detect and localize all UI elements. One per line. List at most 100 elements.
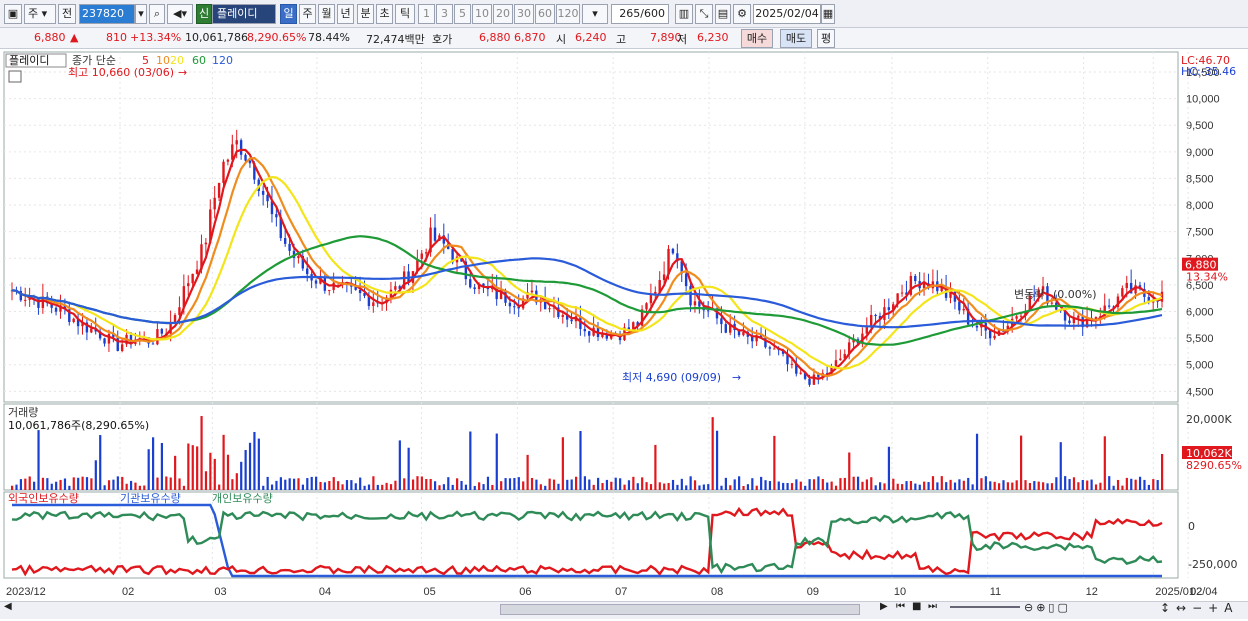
volume-bar [583, 476, 586, 490]
volume-bar [508, 478, 512, 490]
volume-bar [275, 480, 278, 490]
minute-120[interactable]: 120 [556, 4, 580, 24]
volume-bar [85, 477, 89, 490]
scroll-right-icon[interactable]: ▶ [880, 601, 894, 619]
stop-icon[interactable]: ■ [912, 601, 926, 619]
candle-body [266, 194, 269, 202]
minute-1[interactable]: 1 [418, 4, 435, 24]
volume-bar [667, 483, 670, 490]
volume-bar [59, 479, 62, 490]
volume-bar [561, 437, 564, 490]
minute-5[interactable]: 5 [454, 4, 471, 24]
volume-bar [733, 479, 736, 490]
chart-area[interactable]: 10,50010,0009,5009,0008,5008,0007,5007,0… [0, 50, 1248, 601]
period-month[interactable]: 월 [318, 4, 335, 24]
candle-body [751, 336, 754, 342]
period-minute[interactable]: 분 [357, 4, 374, 24]
volume-bar [385, 482, 388, 490]
volume-bar [812, 479, 816, 490]
volume-bar [310, 476, 313, 490]
period-second[interactable]: 초 [376, 4, 393, 24]
volume-bar [218, 484, 221, 490]
scroll-left-icon[interactable]: ◀ [4, 601, 16, 619]
volume-bar [451, 484, 454, 490]
candle-body [808, 378, 811, 385]
volume-bar [711, 417, 714, 490]
calendar-icon[interactable]: ▦ [821, 4, 835, 24]
volume-title: 거래량 [8, 406, 38, 419]
code-dropdown-icon[interactable]: ▾ [135, 4, 147, 24]
minute-60[interactable]: 60 [535, 4, 555, 24]
gear-icon[interactable]: ⚙ [733, 4, 751, 24]
minute-3[interactable]: 3 [436, 4, 453, 24]
volume-bar [50, 483, 53, 490]
volume-bar [1055, 477, 1058, 490]
volume-bar [24, 478, 27, 490]
scrollbar-thumb[interactable] [500, 604, 860, 615]
sell-button[interactable]: 매도 [780, 29, 812, 48]
interval-dropdown[interactable]: ▾ [582, 4, 608, 24]
save-icon[interactable]: ▤ [715, 4, 731, 24]
zoom-slider[interactable] [950, 606, 1020, 612]
candle-body [156, 329, 159, 345]
date-field[interactable]: 2025/02/04 [753, 4, 821, 24]
volume-bar [658, 482, 661, 490]
volume-bar [425, 478, 428, 490]
volume-bar [125, 483, 128, 490]
toolbar: ▣ 주 ▾ 전 237820 ▾ ⌕ ◀▾ 신 플레이디 일 주 월 년 분 초… [0, 0, 1248, 28]
pyeong-button[interactable]: 평 [817, 29, 835, 48]
buy-button[interactable]: 매수 [741, 29, 773, 48]
minute-10[interactable]: 10 [472, 4, 492, 24]
volume-bar [235, 473, 238, 490]
zoom-tools-icon[interactable]: ⊖⊕▯▢ [1024, 601, 1094, 619]
volume-bar [46, 478, 49, 490]
market-select[interactable]: 주 ▾ [24, 4, 56, 24]
period-year[interactable]: 년 [337, 4, 354, 24]
rewind-icon[interactable]: ⏮ [896, 601, 910, 619]
candle-body [358, 289, 362, 294]
volume-bar [641, 477, 644, 490]
volume-bar [614, 477, 617, 490]
high-annotation: 최고 10,660 (03/06) [68, 66, 174, 79]
volume-bar [482, 484, 485, 490]
volume-bar [782, 482, 785, 490]
candle-body [226, 159, 230, 162]
forward-icon[interactable]: ⏭ [928, 601, 942, 619]
period-week[interactable]: 주 [299, 4, 316, 24]
candle-body [865, 327, 868, 334]
prefix-button[interactable]: 전 [58, 4, 76, 24]
crosshair-icon[interactable]: ⤡ [695, 4, 713, 24]
volume-bar [574, 476, 578, 490]
volume-bar [420, 476, 423, 490]
speaker-icon[interactable]: ◀▾ [167, 4, 193, 24]
volume-bar [654, 444, 657, 490]
minute-20[interactable]: 20 [493, 4, 513, 24]
volume-bar [244, 450, 247, 490]
scale-tools-icon[interactable]: ↕↔−+A [1160, 601, 1246, 619]
period-tick[interactable]: 틱 [395, 4, 415, 24]
candle-body [570, 319, 573, 322]
window-icon[interactable]: ▣ [4, 4, 22, 24]
candle-body [975, 325, 979, 328]
volume-bar [315, 476, 318, 490]
candle-icon[interactable]: ▥ [675, 4, 693, 24]
volume-bar [570, 479, 573, 490]
volume-bar [1011, 482, 1014, 490]
volume-bar [693, 480, 697, 490]
volume-bar [359, 477, 362, 490]
stock-code-input[interactable]: 237820 [79, 4, 135, 24]
volume-bar [253, 431, 256, 490]
minute-30[interactable]: 30 [514, 4, 534, 24]
volume-bar [720, 485, 723, 490]
high-label: 고 [616, 33, 627, 46]
volume-bar [394, 480, 397, 490]
period-day[interactable]: 일 [280, 4, 297, 24]
volume-bar [279, 477, 282, 490]
volume-bar [768, 481, 772, 490]
candle-body [588, 331, 591, 336]
volume-bar [486, 476, 490, 490]
volume-bar [1152, 479, 1155, 490]
search-icon[interactable]: ⌕ [149, 4, 165, 24]
count-field[interactable]: 265/600 [611, 4, 669, 24]
volume-bar [544, 485, 547, 490]
